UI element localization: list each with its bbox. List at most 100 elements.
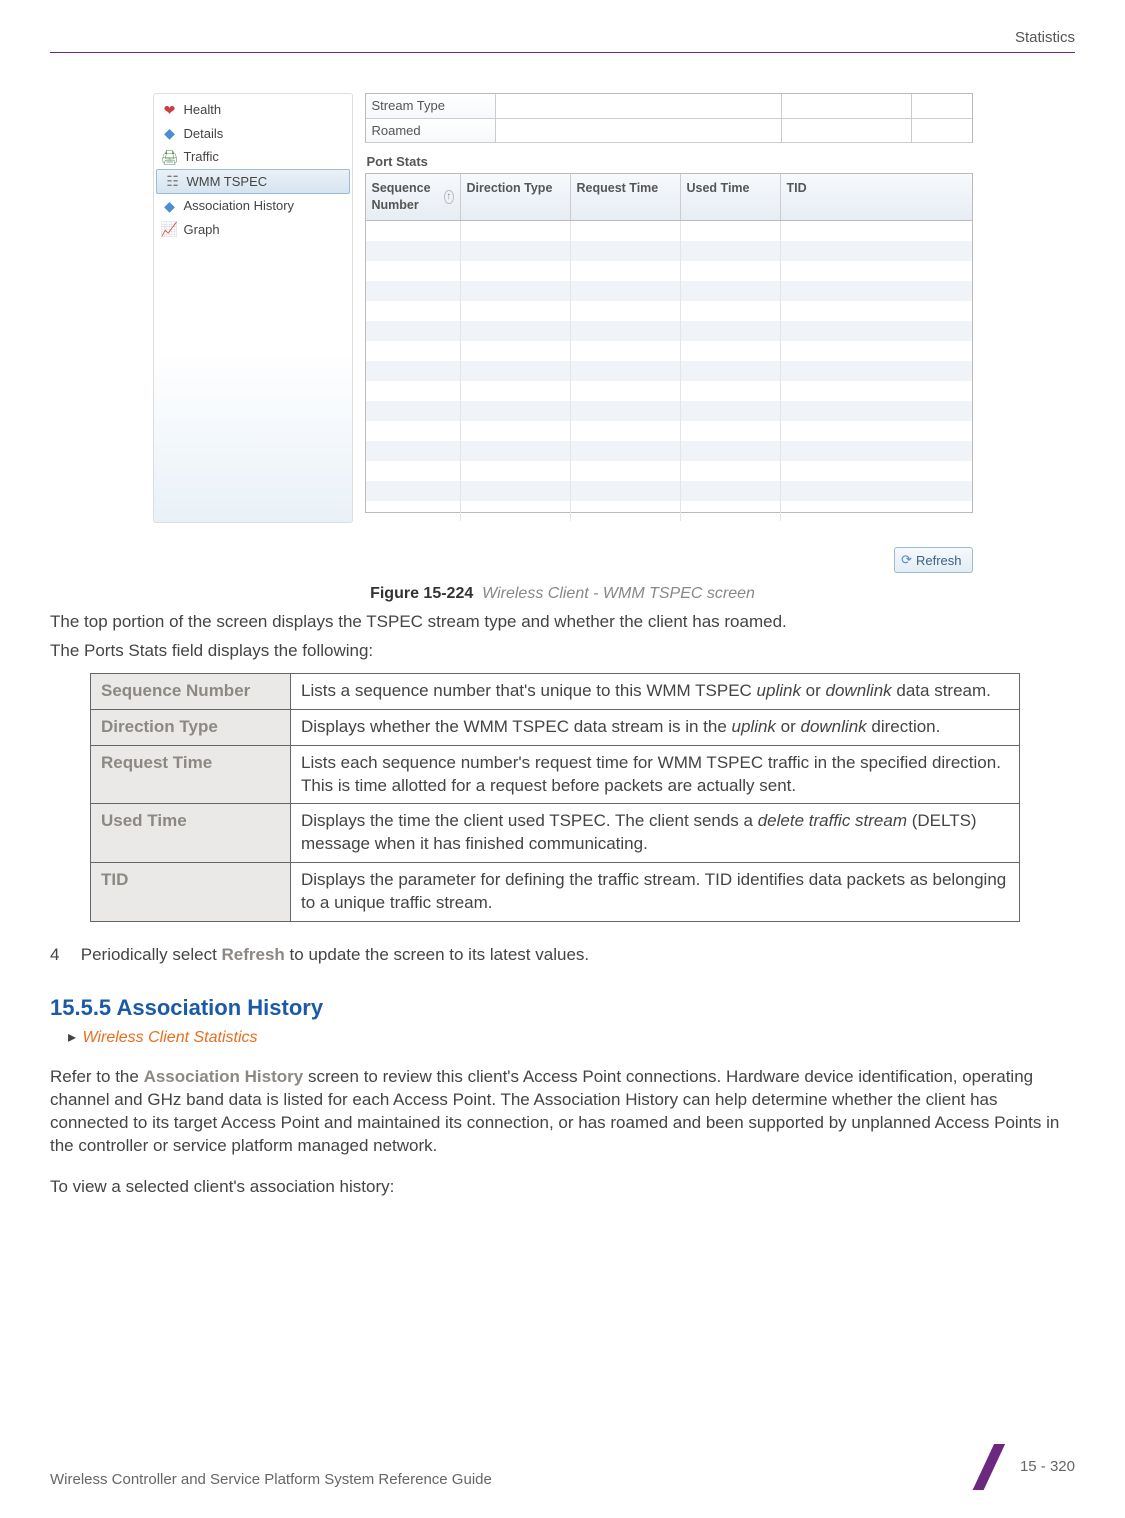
details-icon: ◆ xyxy=(162,126,178,142)
definition-desc: Displays the time the client used TSPEC.… xyxy=(291,804,1020,863)
definition-desc: Lists each sequence number's request tim… xyxy=(291,745,1020,804)
col-used-time[interactable]: Used Time xyxy=(681,174,781,220)
table-row xyxy=(366,381,972,401)
step-text-pre: Periodically select xyxy=(81,945,222,964)
intro-para-2: The Ports Stats field displays the follo… xyxy=(50,640,1075,663)
intro-para-1: The top portion of the screen displays t… xyxy=(50,611,1075,634)
col-sequence-number[interactable]: Sequence Number ↑ xyxy=(366,174,461,220)
sort-up-icon: ↑ xyxy=(444,190,453,204)
table-row xyxy=(366,401,972,421)
breadcrumb-arrow-icon: ▸ xyxy=(68,1029,76,1046)
traffic-icon: 🖨 xyxy=(162,149,178,165)
col-sequence-number-label: Sequence Number xyxy=(372,180,441,214)
definition-term: TID xyxy=(91,863,291,922)
definition-desc: Lists a sequence number that's unique to… xyxy=(291,673,1020,709)
page-number: 15 - 320 xyxy=(1020,1457,1075,1477)
nav-item-association-history[interactable]: ◆ Association History xyxy=(154,194,352,218)
table-row xyxy=(366,481,972,501)
table-row xyxy=(366,361,972,381)
content-pane: Stream TypeRoamed Port Stats Sequence Nu… xyxy=(365,93,973,543)
ah-para-bold: Association History xyxy=(144,1067,304,1086)
col-request-time[interactable]: Request Time xyxy=(571,174,681,220)
definition-row: Direction TypeDisplays whether the WMM T… xyxy=(91,709,1020,745)
breadcrumb: ▸ Wireless Client Statistics xyxy=(68,1027,1075,1049)
nav-item-wmm-tspec[interactable]: ☷ WMM TSPEC xyxy=(156,169,350,195)
heart-icon: ❤ xyxy=(162,102,178,118)
definition-desc: Displays the parameter for defining the … xyxy=(291,863,1020,922)
port-stats-table: Sequence Number ↑ Direction Type Request… xyxy=(365,173,973,513)
table-row xyxy=(366,321,972,341)
summary-row: Roamed xyxy=(366,119,972,144)
refresh-button[interactable]: ⟳ Refresh xyxy=(894,547,972,573)
definition-row: Sequence NumberLists a sequence number t… xyxy=(91,673,1020,709)
refresh-icon: ⟳ xyxy=(901,552,912,568)
nav-item-label: Traffic xyxy=(184,148,219,166)
nav-item-label: Details xyxy=(184,125,224,143)
brand-slash-icon xyxy=(964,1444,1010,1490)
summary-table: Stream TypeRoamed xyxy=(365,93,973,143)
summary-spacer xyxy=(782,94,912,118)
table-row xyxy=(366,441,972,461)
refresh-label: Refresh xyxy=(916,553,962,568)
summary-spacer xyxy=(912,94,972,118)
ah-para-pre: Refer to the xyxy=(50,1067,144,1086)
nav-item-label: Association History xyxy=(184,197,295,215)
col-direction-type[interactable]: Direction Type xyxy=(461,174,571,220)
figure-title: Wireless Client - WMM TSPEC screen xyxy=(482,585,755,602)
figure-caption: Figure 15-224 Wireless Client - WMM TSPE… xyxy=(50,583,1075,605)
definition-row: Used TimeDisplays the time the client us… xyxy=(91,804,1020,863)
summary-label: Roamed xyxy=(366,119,496,143)
summary-value xyxy=(496,94,782,118)
nav-item-label: Health xyxy=(184,101,222,119)
nav-pane: ❤ Health ◆ Details 🖨 Traffic☷ WMM TSPEC ◆ Associ… xyxy=(153,93,353,523)
table-row xyxy=(366,281,972,301)
table-row xyxy=(366,241,972,261)
port-stats-rows xyxy=(366,221,972,521)
summary-value xyxy=(496,119,782,143)
definition-term: Sequence Number xyxy=(91,673,291,709)
section-name: Statistics xyxy=(1015,28,1075,48)
nav-item-traffic[interactable]: 🖨 Traffic xyxy=(154,145,352,169)
association-history-lead: To view a selected client's association … xyxy=(50,1176,1075,1199)
page-header: Statistics xyxy=(50,28,1075,53)
summary-spacer xyxy=(782,119,912,143)
breadcrumb-text[interactable]: Wireless Client Statistics xyxy=(82,1029,257,1046)
table-row xyxy=(366,261,972,281)
definition-row: TIDDisplays the parameter for defining t… xyxy=(91,863,1020,922)
col-tid[interactable]: TID xyxy=(781,174,972,220)
definition-term: Used Time xyxy=(91,804,291,863)
table-row xyxy=(366,341,972,361)
definition-term: Direction Type xyxy=(91,709,291,745)
definition-row: Request TimeLists each sequence number's… xyxy=(91,745,1020,804)
assoc-icon: ◆ xyxy=(162,198,178,214)
nav-item-graph[interactable]: 📈 Graph xyxy=(154,218,352,242)
table-row xyxy=(366,301,972,321)
figure-screenshot: ❤ Health ◆ Details 🖨 Traffic☷ WMM TSPEC ◆ Associ… xyxy=(50,93,1075,543)
figure-label: Figure 15-224 xyxy=(370,585,473,602)
summary-spacer xyxy=(912,119,972,143)
screenshot-ui: ❤ Health ◆ Details 🖨 Traffic☷ WMM TSPEC ◆ Associ… xyxy=(153,93,973,543)
page-number-block: 15 - 320 xyxy=(964,1444,1075,1490)
book-title: Wireless Controller and Service Platform… xyxy=(50,1470,492,1490)
port-stats-header: Sequence Number ↑ Direction Type Request… xyxy=(366,174,972,221)
table-row xyxy=(366,461,972,481)
nav-item-details[interactable]: ◆ Details xyxy=(154,122,352,146)
summary-row: Stream Type xyxy=(366,94,972,119)
nav-item-label: WMM TSPEC xyxy=(187,173,268,191)
step-4: 4 Periodically select Refresh to update … xyxy=(50,944,1075,967)
definition-desc: Displays whether the WMM TSPEC data stre… xyxy=(291,709,1020,745)
step-number: 4 xyxy=(50,944,76,967)
wmm-icon: ☷ xyxy=(165,174,181,190)
port-stats-legend: Port Stats xyxy=(367,153,973,171)
table-row xyxy=(366,221,972,241)
association-history-para: Refer to the Association History screen … xyxy=(50,1066,1075,1158)
definitions-table: Sequence NumberLists a sequence number t… xyxy=(90,673,1020,923)
table-row xyxy=(366,421,972,441)
step-refresh-bold: Refresh xyxy=(222,945,285,964)
table-row xyxy=(366,501,972,521)
graph-icon: 📈 xyxy=(162,222,178,238)
nav-item-label: Graph xyxy=(184,221,220,239)
summary-label: Stream Type xyxy=(366,94,496,118)
section-heading: 15.5.5 Association History xyxy=(50,993,1075,1023)
nav-item-health[interactable]: ❤ Health xyxy=(154,98,352,122)
